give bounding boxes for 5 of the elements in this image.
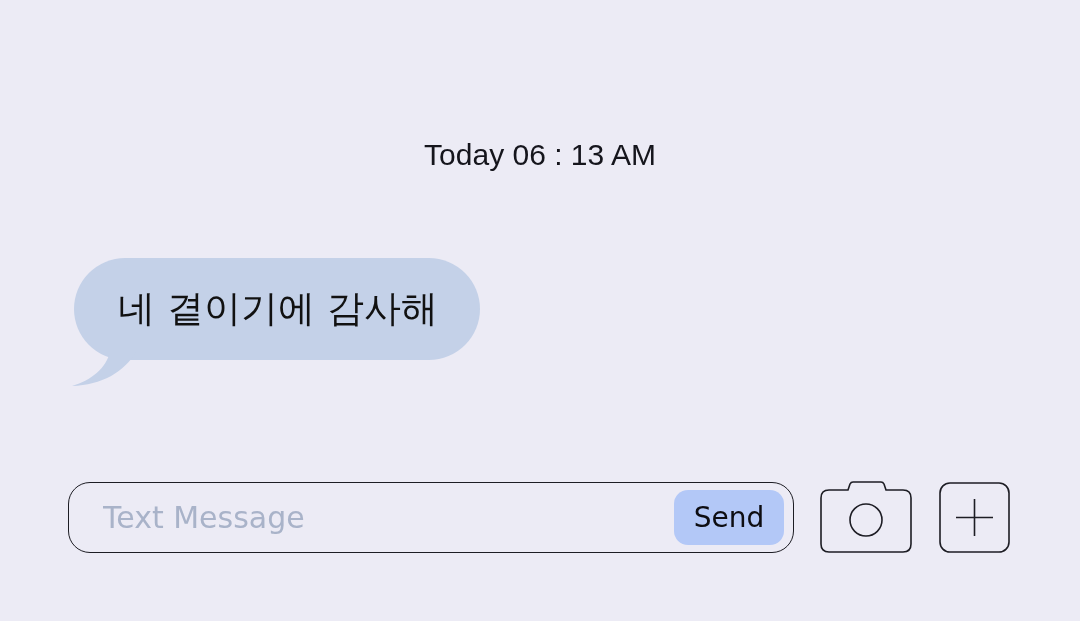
plus-icon[interactable] bbox=[939, 481, 1010, 553]
camera-icon[interactable] bbox=[820, 481, 912, 553]
message-timestamp: Today 06 : 13 AM bbox=[424, 137, 656, 173]
send-button[interactable]: Send bbox=[674, 489, 784, 545]
message-input-field[interactable]: Text Message Send bbox=[68, 481, 794, 553]
